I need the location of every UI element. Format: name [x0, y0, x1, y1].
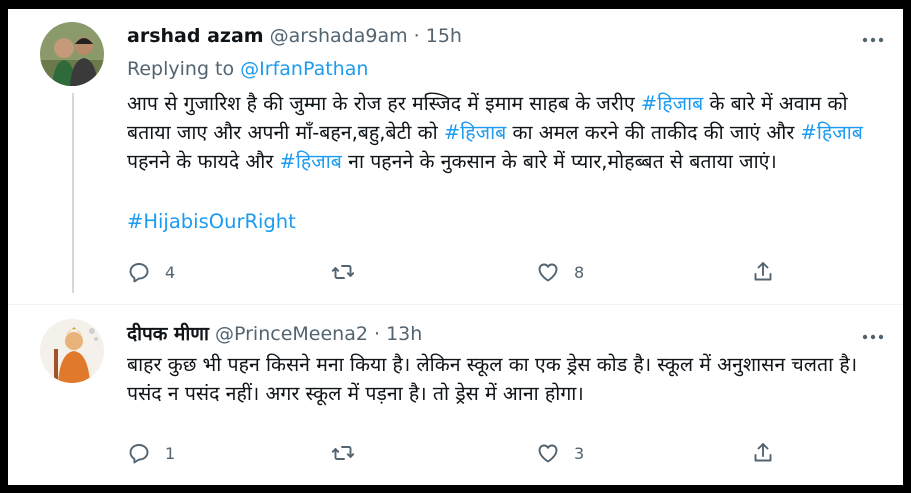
like-icon [538, 263, 558, 282]
separator: · [373, 323, 381, 345]
avatar-deepak[interactable] [40, 319, 104, 383]
tweet-actions: 4 8 [127, 260, 787, 290]
author-handle[interactable]: @PrinceMeena2 [215, 323, 368, 345]
hashtag-link[interactable]: #हिजाब [280, 150, 342, 173]
hashtag-link[interactable]: #हिजाब [444, 121, 506, 144]
replying-to: Replying to @IrfanPathan [127, 58, 368, 80]
tweet-thread: arshad azam @arshada9am · 15h Replying t… [8, 9, 903, 485]
hashtag-link[interactable]: #HijabisOurRight [127, 210, 296, 233]
tweet-text: आप से गुजारिश है की जुम्मा के रोज हर मस्… [127, 89, 877, 176]
avatar-arshad[interactable] [40, 22, 104, 86]
share-button[interactable] [751, 260, 775, 284]
share-icon [754, 443, 772, 462]
hashtag-line: #HijabisOurRight [127, 207, 877, 236]
like-count: 8 [574, 262, 585, 282]
tweet-text-run: का अमल करने की ताकीद की जाएं और [506, 121, 801, 144]
timestamp[interactable]: 15h [426, 25, 462, 47]
retweet-button[interactable] [331, 260, 369, 284]
reply-button[interactable]: 4 [127, 260, 175, 284]
thread-line [72, 93, 74, 293]
mention-link[interactable]: @IrfanPathan [240, 58, 368, 80]
share-icon [754, 262, 772, 281]
hashtag-link[interactable]: #हिजाब [801, 121, 863, 144]
tweet-text-run: ना पहनने के नुकसान के बारे में प्यार,मोह… [341, 150, 777, 173]
timestamp[interactable]: 13h [386, 323, 422, 345]
author-name[interactable]: arshad azam [127, 25, 264, 47]
like-button[interactable]: 8 [536, 260, 584, 284]
tweet-2[interactable]: दीपक मीणा @PrinceMeena2 · 13h बाहर कुछ भ… [8, 305, 903, 485]
reply-count: 1 [165, 443, 176, 463]
tweet-header: arshad azam @arshada9am · 15h [127, 25, 462, 47]
reply-button[interactable]: 1 [127, 441, 175, 465]
retweet-icon [331, 446, 355, 460]
retweet-button[interactable] [331, 441, 369, 465]
tweet-1[interactable]: arshad azam @arshada9am · 15h Replying t… [8, 9, 903, 293]
hashtag-link[interactable]: #हिजाब [641, 92, 703, 115]
reply-icon [129, 263, 149, 283]
tweet-text-run: बाहर कुछ भी पहन किसने मना किया है। लेकिन… [127, 353, 858, 405]
author-name[interactable]: दीपक मीणा [127, 323, 209, 345]
tweet-actions: 1 3 [127, 441, 787, 471]
author-handle[interactable]: @arshada9am [270, 25, 408, 47]
tweet-text-run: पहनने के फायदे और [127, 150, 280, 173]
like-count: 3 [574, 443, 585, 463]
like-button[interactable]: 3 [536, 441, 584, 465]
replying-label: Replying to [127, 58, 235, 80]
reply-count: 4 [165, 262, 176, 282]
more-icon[interactable] [861, 27, 885, 49]
share-button[interactable] [751, 441, 775, 465]
separator: · [413, 25, 420, 47]
retweet-icon [331, 265, 355, 279]
more-icon[interactable] [861, 324, 885, 346]
tweet-text: बाहर कुछ भी पहन किसने मना किया है। लेकिन… [127, 350, 877, 408]
like-icon [538, 444, 558, 463]
reply-icon [129, 444, 149, 464]
tweet-text-run: आप से गुजारिश है की जुम्मा के रोज हर मस्… [127, 92, 641, 115]
tweet-header: दीपक मीणा @PrinceMeena2 · 13h [127, 320, 422, 346]
